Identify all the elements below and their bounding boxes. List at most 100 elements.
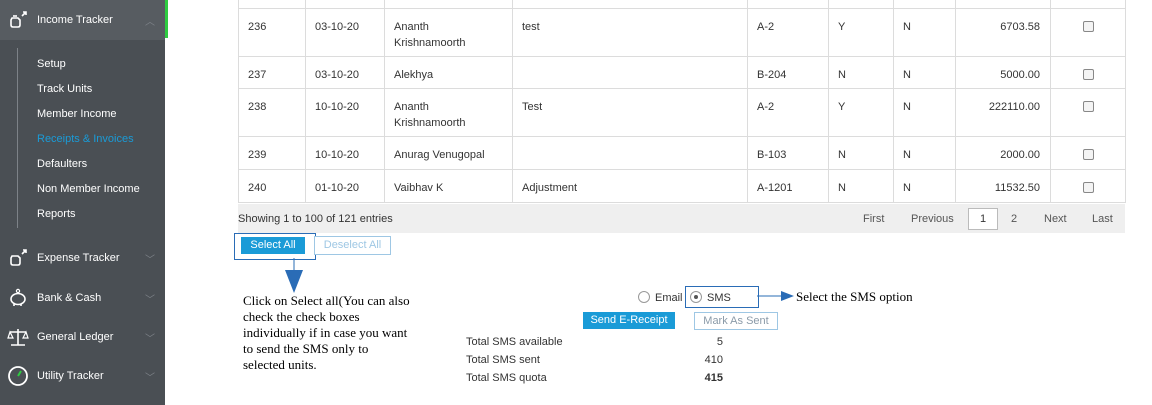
cell-checkbox (1050, 56, 1126, 89)
cell-flag1: N (828, 169, 894, 203)
page-last[interactable]: Last (1092, 213, 1113, 225)
cell-amount: 11532.50 (955, 169, 1051, 203)
select-all-button[interactable]: Select All (241, 237, 305, 254)
nav-expense-tracker-label: Expense Tracker (37, 252, 120, 264)
sidebar: Income Tracker ︿ Setup Track Units Membe… (0, 0, 165, 405)
submenu-defaulters[interactable]: Defaulters (37, 158, 87, 170)
cell-unit: A-2 (747, 88, 829, 137)
nav-bank-cash[interactable]: Bank & Cash ﹀ (0, 278, 165, 318)
cell-checkbox (1050, 169, 1126, 203)
table-row: 236 03-10-20 Ananth Krishnamoorth test A… (238, 8, 1126, 57)
annotation-arrow-down (285, 258, 303, 293)
income-submenu: Setup Track Units Member Income Receipts… (0, 44, 165, 234)
submenu-receipts-invoices[interactable]: Receipts & Invoices (37, 133, 134, 145)
sms-note: Select the SMS option (796, 289, 913, 304)
chevron-down-icon: ﹀ (145, 254, 155, 266)
cell-date: 03-10-20 (305, 8, 385, 57)
pagination-bar: Showing 1 to 100 of 121 entries First Pr… (238, 204, 1125, 233)
cell-amount: 2000.00 (955, 136, 1051, 170)
cell-flag1: N (828, 56, 894, 89)
cell-checkbox (1050, 88, 1126, 137)
cell-amount: 6703.58 (955, 8, 1051, 57)
piggy-bank-icon (6, 286, 30, 310)
cell-note: Adjustment (512, 169, 748, 203)
page-1[interactable]: 1 (968, 208, 998, 230)
table-row: 239 10-10-20 Anurag Venugopal B-103 N N … (238, 136, 1126, 170)
cell-date: 10-10-20 (305, 88, 385, 137)
table-row-partial (238, 0, 1126, 9)
submenu-track-units[interactable]: Track Units (37, 83, 92, 95)
nav-general-ledger-label: General Ledger (37, 331, 114, 343)
sms-radio-label: SMS (707, 292, 731, 304)
row-checkbox[interactable] (1082, 69, 1094, 80)
nav-utility-tracker-label: Utility Tracker (37, 370, 104, 382)
cell-unit: A-1201 (747, 169, 829, 203)
page-next[interactable]: Next (1044, 213, 1067, 225)
money-bag-out-icon (6, 246, 30, 270)
scales-icon (6, 325, 30, 349)
cell-flag2: N (893, 8, 956, 57)
cell-name: Ananth Krishnamoorth (384, 88, 513, 137)
cell-flag1: N (828, 136, 894, 170)
cell-name: Vaibhav K (384, 169, 513, 203)
cell-note: test (512, 8, 748, 57)
email-radio-label: Email (655, 292, 683, 304)
cell-name: Anurag Venugopal (384, 136, 513, 170)
cell-date: 10-10-20 (305, 136, 385, 170)
nav-general-ledger[interactable]: General Ledger ﹀ (0, 317, 165, 357)
cell-unit: A-2 (747, 8, 829, 57)
submenu-member-income[interactable]: Member Income (37, 108, 116, 120)
cell-flag2: N (893, 88, 956, 137)
cell-no: 240 (238, 169, 306, 203)
page-previous[interactable]: Previous (911, 213, 954, 225)
money-bag-icon (6, 8, 30, 32)
entries-info: Showing 1 to 100 of 121 entries (238, 213, 393, 225)
cell-flag2: N (893, 169, 956, 203)
row-checkbox[interactable] (1082, 149, 1094, 160)
cell-note (512, 136, 748, 170)
cell-name: Alekhya (384, 56, 513, 89)
gauge-icon (6, 364, 30, 388)
annotation-arrow-right (757, 291, 794, 301)
page-first[interactable]: First (863, 213, 884, 225)
nav-income-tracker[interactable]: Income Tracker ︿ (0, 0, 165, 40)
cell-unit: B-103 (747, 136, 829, 170)
row-checkbox[interactable] (1082, 101, 1094, 112)
cell-flag2: N (893, 56, 956, 89)
submenu-non-member-income[interactable]: Non Member Income (37, 183, 140, 195)
send-e-receipt-button[interactable]: Send E-Receipt (583, 312, 675, 329)
cell-note: Test (512, 88, 748, 137)
nav-expense-tracker[interactable]: Expense Tracker ﹀ (0, 238, 165, 278)
nav-utility-tracker[interactable]: Utility Tracker ﹀ (0, 356, 165, 396)
cell-flag2: N (893, 136, 956, 170)
submenu-line (17, 48, 18, 228)
nav-income-tracker-label: Income Tracker (37, 14, 113, 26)
cell-amount: 222110.00 (955, 88, 1051, 137)
chevron-down-icon: ﹀ (145, 333, 155, 345)
sms-sent-label: Total SMS sent (466, 354, 540, 366)
cell-amount: 5000.00 (955, 56, 1051, 89)
row-checkbox[interactable] (1082, 21, 1094, 32)
mark-as-sent-button[interactable]: Mark As Sent (694, 312, 778, 330)
page-2[interactable]: 2 (1011, 213, 1017, 225)
cell-no: 238 (238, 88, 306, 137)
sms-quota-value: 415 (704, 372, 723, 384)
email-radio[interactable] (638, 291, 650, 303)
cell-checkbox (1050, 8, 1126, 57)
select-all-note: Click on Select all(You can also check t… (243, 293, 410, 372)
receipts-table: 236 03-10-20 Ananth Krishnamoorth test A… (238, 0, 1126, 203)
chevron-up-icon: ︿ (145, 16, 155, 28)
cell-checkbox (1050, 136, 1126, 170)
nav-bank-cash-label: Bank & Cash (37, 292, 102, 304)
row-checkbox[interactable] (1082, 182, 1094, 193)
submenu-setup[interactable]: Setup (37, 58, 66, 70)
cell-no: 237 (238, 56, 306, 89)
sms-available-value: 5 (716, 336, 723, 348)
sms-radio[interactable] (690, 291, 702, 303)
sms-quota-label: Total SMS quota (466, 372, 547, 384)
cell-date: 01-10-20 (305, 169, 385, 203)
deselect-all-button[interactable]: Deselect All (314, 236, 391, 255)
cell-unit: B-204 (747, 56, 829, 89)
cell-flag1: Y (828, 88, 894, 137)
submenu-reports[interactable]: Reports (37, 208, 76, 220)
